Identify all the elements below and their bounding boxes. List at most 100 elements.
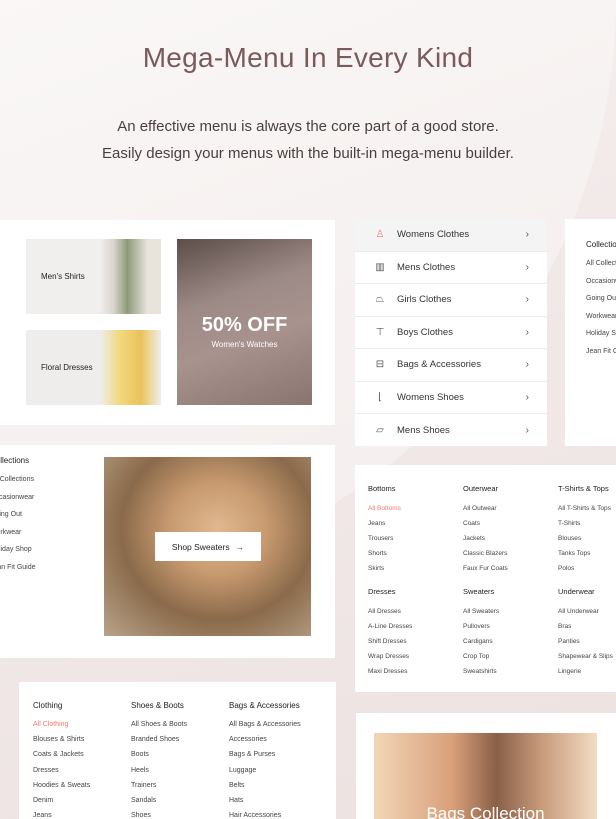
list-item[interactable]: Going Out [586, 295, 616, 313]
column-heading[interactable]: Dresses [368, 587, 412, 596]
subtitle-line-1: An effective menu is always the core par… [117, 118, 499, 135]
menu-link[interactable]: Luggage [229, 767, 301, 782]
list-item[interactable]: Jean Fit Guide [0, 564, 36, 582]
menu-link[interactable]: Coats & Jackets [33, 751, 90, 766]
menu-link[interactable]: All Outwear [463, 505, 508, 520]
menu-link[interactable]: Belts [229, 782, 301, 797]
menu-link[interactable]: All T-Shirts & Tops [558, 505, 611, 520]
menu-item-girls-clothes[interactable]: ⏢ Girls Clothes › [355, 284, 547, 317]
menu-link[interactable]: Shoes [131, 812, 187, 819]
menu-item-mens-shoes[interactable]: ▱ Mens Shoes › [355, 414, 547, 446]
menu-item-womens-shoes[interactable]: ⌊ Womens Shoes › [355, 382, 547, 414]
menu-link[interactable]: Crop Top [463, 653, 499, 668]
menu-link[interactable]: Blouses [558, 535, 611, 550]
sweaters-banner: Shop Sweaters → [104, 457, 311, 636]
column-heading[interactable]: Sweaters [463, 587, 499, 596]
menu-link[interactable]: All Sweaters [463, 608, 499, 623]
column-heading[interactable]: Outerwear [463, 484, 508, 493]
column-heading[interactable]: Underwear [558, 587, 613, 596]
menu-link[interactable]: Boots [131, 751, 187, 766]
menu-link[interactable]: All Clothing [33, 721, 90, 736]
list-item[interactable]: All Collections [586, 260, 616, 278]
menu-item-label: Girls Clothes [397, 294, 452, 306]
list-item[interactable]: All Collections [0, 476, 36, 494]
shop-sweaters-button[interactable]: Shop Sweaters → [155, 532, 261, 561]
menu-link[interactable]: Panties [558, 638, 613, 653]
chevron-right-icon: › [525, 294, 529, 306]
menu-link[interactable]: Cardigans [463, 638, 499, 653]
menu-link[interactable]: Jeans [368, 520, 401, 535]
menu-link[interactable]: All Underwear [558, 608, 613, 623]
list-item[interactable]: Jean Fit Guide [586, 348, 616, 366]
menu-link[interactable]: All Bags & Accessories [229, 721, 301, 736]
list-item[interactable]: Occasionwear [0, 494, 36, 512]
menu-link[interactable]: Trainers [131, 782, 187, 797]
menu-link[interactable]: All Dresses [368, 608, 412, 623]
menu-item-boys-clothes[interactable]: ⊤ Boys Clothes › [355, 317, 547, 349]
menu-link[interactable]: Denim [33, 797, 90, 812]
menu-link[interactable]: Pullovers [463, 623, 499, 638]
column-heading[interactable]: Clothing [33, 701, 90, 710]
menu-link[interactable]: Sandals [131, 797, 187, 812]
subtitle-line-2: Easily design your menus with the built-… [102, 145, 514, 162]
menu-link[interactable]: Polos [558, 565, 611, 580]
list-item[interactable]: Going Out [0, 511, 36, 529]
discount-subtext: Women's Watches [211, 340, 278, 349]
menu-item-label: Bags & Accessories [397, 359, 481, 371]
menu-link[interactable]: T-Shirts [558, 520, 611, 535]
menu-link[interactable]: Blouses & Shirts [33, 736, 90, 751]
arrow-right-icon: → [235, 541, 245, 552]
list-item[interactable]: Occasionwear [586, 278, 616, 296]
menu-link[interactable]: Trousers [368, 535, 401, 550]
menu-link[interactable]: Shorts [368, 550, 401, 565]
menu-link[interactable]: Bags & Purses [229, 751, 301, 766]
dress-icon: ♙ [375, 229, 385, 241]
menu-link[interactable]: Shift Dresses [368, 638, 412, 653]
menu-link[interactable]: Jackets [463, 535, 508, 550]
menu-link[interactable]: Jeans [33, 812, 90, 819]
watches-banner[interactable]: 50% OFF Women's Watches [177, 239, 312, 405]
menu-link[interactable]: Branded Shoes [131, 736, 187, 751]
menu-link[interactable]: Hair Accessories [229, 812, 301, 819]
tshirt-icon: ⊤ [375, 326, 385, 338]
menu-item-mens-clothes[interactable]: ▥ Mens Clothes › [355, 252, 547, 284]
list-item[interactable]: Holiday Shop [586, 330, 616, 348]
menu-link[interactable]: Maxi Dresses [368, 668, 412, 683]
menu-link[interactable]: Accessories [229, 736, 301, 751]
menu-link[interactable]: All Shoes & Boots [131, 721, 187, 736]
list-item[interactable]: Workwear [0, 529, 36, 547]
menu-link[interactable]: Heels [131, 767, 187, 782]
menu-link[interactable]: Faux Fur Coats [463, 565, 508, 580]
menu-link[interactable]: Hoodies & Sweats [33, 782, 90, 797]
bags-collection-banner[interactable]: Bags Collection [374, 733, 597, 819]
bag-icon: ⊟ [375, 359, 385, 371]
menu-link[interactable]: Sweatshirts [463, 668, 499, 683]
list-item[interactable]: Workwear [586, 313, 616, 331]
column-heading[interactable]: Bottoms [368, 484, 401, 493]
menu-column: Dresses All Dresses A-Line Dresses Shift Dr… [368, 587, 412, 683]
menu-link[interactable]: Bras [558, 623, 613, 638]
menu-link[interactable]: Wrap Dresses [368, 653, 412, 668]
bags-collection-title: Bags Collection [426, 804, 545, 819]
mens-shirts-banner[interactable]: Men's Shirts [26, 239, 161, 314]
menu-link[interactable]: Shapewear & Slips [558, 653, 613, 668]
menu-link[interactable]: Dresses [33, 767, 90, 782]
column-heading[interactable]: T-Shirts & Tops [558, 484, 611, 493]
floral-dresses-banner[interactable]: Floral Dresses [26, 330, 161, 405]
menu-item-womens-clothes[interactable]: ♙ Womens Clothes › [355, 219, 547, 252]
menu-link[interactable]: Tanks Tops [558, 550, 611, 565]
column-heading[interactable]: Shoes & Boots [131, 701, 187, 710]
menu-link[interactable]: All Bottoms [368, 505, 401, 520]
column-heading[interactable]: Bags & Accessories [229, 701, 301, 710]
menu-link[interactable]: Coats [463, 520, 508, 535]
list-item[interactable]: Holiday Shop [0, 546, 36, 564]
menu-link[interactable]: A-Line Dresses [368, 623, 412, 638]
menu-link[interactable]: Lingerie [558, 668, 613, 683]
menu-item-bags-accessories[interactable]: ⊟ Bags & Accessories › [355, 349, 547, 382]
chevron-right-icon: › [525, 229, 529, 241]
collections-list: Collections All Collections Occasionwear… [0, 456, 36, 581]
collections-heading: Collections [0, 456, 30, 465]
menu-link[interactable]: Skirts [368, 565, 401, 580]
menu-link[interactable]: Hats [229, 797, 301, 812]
menu-link[interactable]: Classic Blazers [463, 550, 508, 565]
